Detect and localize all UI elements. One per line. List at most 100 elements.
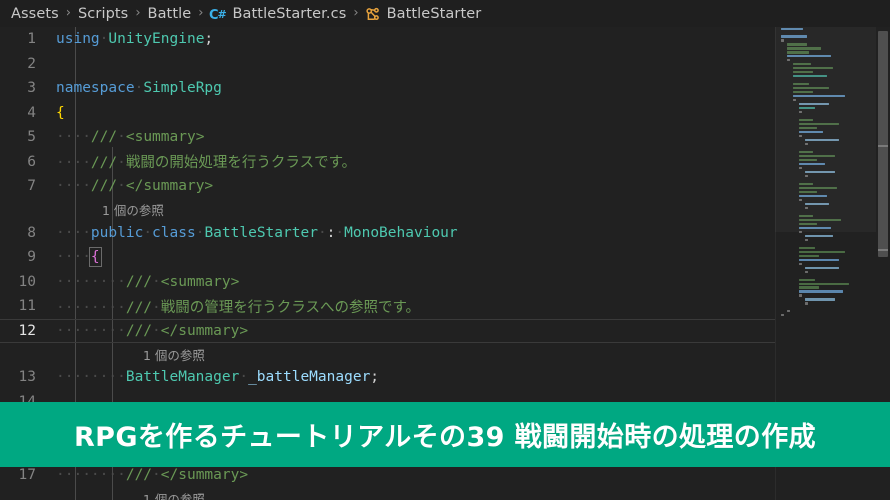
code-line[interactable]: 8 ····public·class·BattleStarter·:·MonoBe… xyxy=(0,221,775,246)
minimap-line xyxy=(775,282,876,285)
minimap-token xyxy=(799,290,843,293)
code-token: ···· xyxy=(56,299,91,316)
minimap-line xyxy=(775,258,876,261)
breadcrumb-item-battle[interactable]: Battle xyxy=(147,6,193,22)
codelens-reference-row[interactable]: 1 個の参照 xyxy=(0,199,775,221)
code-token: ···· xyxy=(56,224,91,241)
breadcrumb-item-battlestarter[interactable]: BattleStarter xyxy=(386,6,483,22)
code-line[interactable]: 11 ········///·戦闘の管理を行うクラスへの参照です。 xyxy=(0,294,775,319)
code-token: /// xyxy=(125,273,153,290)
minimap-line xyxy=(775,266,876,269)
code-line-content[interactable]: ····///·戦闘の開始処理を行うクラスです。 xyxy=(56,151,356,172)
codelens-reference-row[interactable]: 1 個の参照 xyxy=(0,488,775,500)
minimap-token xyxy=(799,278,815,281)
code-line-content[interactable]: ········///·</summary> xyxy=(56,467,248,483)
code-line-content[interactable]: { xyxy=(56,105,65,121)
minimap-line xyxy=(775,234,876,237)
code-token: · xyxy=(134,80,144,97)
code-line[interactable]: 9 ····{ xyxy=(0,245,775,270)
line-number: 7 xyxy=(27,178,36,195)
line-number: 2 xyxy=(27,55,36,72)
code-token: ···· xyxy=(90,322,126,339)
code-token: · xyxy=(239,369,249,386)
code-line[interactable]: 6 ····///·戦闘の開始処理を行うクラスです。 xyxy=(0,150,775,175)
code-token: · xyxy=(152,299,161,316)
code-line[interactable]: 1 using·UnityEngine; xyxy=(0,27,775,52)
minimap-line xyxy=(775,250,876,253)
line-number: 17 xyxy=(18,467,36,484)
code-line[interactable]: 2 xyxy=(0,52,775,77)
code-line-content[interactable]: namespace·SimpleRpg xyxy=(56,80,222,96)
line-number: 4 xyxy=(27,104,36,121)
minimap-slider[interactable] xyxy=(775,27,876,232)
codelens-reference-count[interactable]: 1 個の参照 xyxy=(143,345,205,364)
code-token: using xyxy=(56,31,100,48)
minimap-line xyxy=(775,238,876,241)
code-line-content[interactable]: ········///·</summary> xyxy=(56,323,248,339)
line-number: 10 xyxy=(18,273,36,290)
code-line[interactable]: 3 namespace·SimpleRpg xyxy=(0,76,775,101)
code-line-content[interactable]: ····///·<summary> xyxy=(56,129,204,145)
code-line[interactable]: 4{ xyxy=(0,101,775,126)
code-line-content[interactable]: ········BattleManager·_battleManager; xyxy=(56,369,379,385)
code-token: /// xyxy=(125,299,153,316)
minimap-line xyxy=(775,274,876,277)
csharp-file-icon: C # xyxy=(209,7,226,22)
minimap-token xyxy=(799,250,845,253)
minimap-token xyxy=(787,310,790,313)
code-token: · xyxy=(335,224,345,241)
minimap-line xyxy=(775,286,876,289)
code-token: /// xyxy=(125,467,153,484)
code-token: </summary> xyxy=(160,322,249,339)
code-line[interactable]: 5 ····///·<summary> xyxy=(0,125,775,150)
scrollbar-thumb[interactable] xyxy=(878,31,888,257)
breadcrumb[interactable]: Assets › Scripts › Battle › C # BattleStarter.cs… xyxy=(0,0,890,27)
minimap-line xyxy=(775,294,876,297)
code-line-content[interactable]: using·UnityEngine; xyxy=(56,31,213,47)
breadcrumb-item-battlestarter-cs[interactable]: BattleStarter.cs xyxy=(231,6,347,22)
minimap-line xyxy=(775,290,876,293)
code-token: </summary> xyxy=(160,467,249,484)
breadcrumb-separator: › xyxy=(198,5,204,21)
class-symbol-icon xyxy=(365,7,381,22)
minimap-line xyxy=(775,278,876,281)
code-line-content[interactable]: ····///·</summary> xyxy=(56,178,213,194)
minimap-line xyxy=(775,298,876,301)
code-line-content[interactable]: ····{ xyxy=(56,247,102,268)
breadcrumb-item-assets[interactable]: Assets xyxy=(10,6,60,22)
code-line-content[interactable]: ········///·<summary> xyxy=(56,274,239,290)
code-token: BattleManager xyxy=(125,369,240,386)
codelens-reference-count[interactable]: 1 個の参照 xyxy=(143,489,205,500)
code-token: 戦闘の開始処理を行うクラスです。 xyxy=(125,155,357,172)
code-line[interactable]: 10 ········///·<summary> xyxy=(0,270,775,295)
code-token: { xyxy=(56,104,65,121)
code-token: namespace xyxy=(56,80,135,97)
code-token: { xyxy=(88,247,102,268)
minimap-token xyxy=(805,302,808,305)
code-token: class xyxy=(152,224,196,241)
code-line-content[interactable]: ········///·戦闘の管理を行うクラスへの参照です。 xyxy=(56,296,420,317)
code-line[interactable]: 13 ········BattleManager·_battleManager; xyxy=(0,365,775,390)
line-number: 5 xyxy=(27,129,36,146)
minimap-token xyxy=(805,266,839,269)
code-token: ···· xyxy=(90,467,126,484)
banner-title-text: RPGを作るチュートリアルその39 戦闘開始時の処理の作成 xyxy=(73,422,817,453)
code-token: · xyxy=(152,467,161,484)
breadcrumb-item-scripts[interactable]: Scripts xyxy=(77,6,129,22)
code-line-content[interactable]: ····public·class·BattleStarter·:·MonoBeh… xyxy=(56,225,458,241)
code-token: /// xyxy=(90,155,118,172)
code-token: · xyxy=(117,155,126,172)
codelens-reference-row[interactable]: 1 個の参照 xyxy=(0,343,775,365)
line-number: 13 xyxy=(18,369,36,386)
scrollbar-marker xyxy=(878,145,888,147)
code-line[interactable]: 7 ····///·</summary> xyxy=(0,174,775,199)
code-token: · xyxy=(117,178,126,195)
code-token: public xyxy=(90,224,144,241)
line-number: 12 xyxy=(18,322,36,339)
minimap-token xyxy=(805,238,808,241)
code-line[interactable]: 12 ········///·</summary> xyxy=(0,318,775,344)
minimap-line xyxy=(775,302,876,305)
minimap-line xyxy=(775,306,876,309)
breadcrumb-separator: › xyxy=(353,5,359,21)
code-token: ···· xyxy=(56,322,91,339)
